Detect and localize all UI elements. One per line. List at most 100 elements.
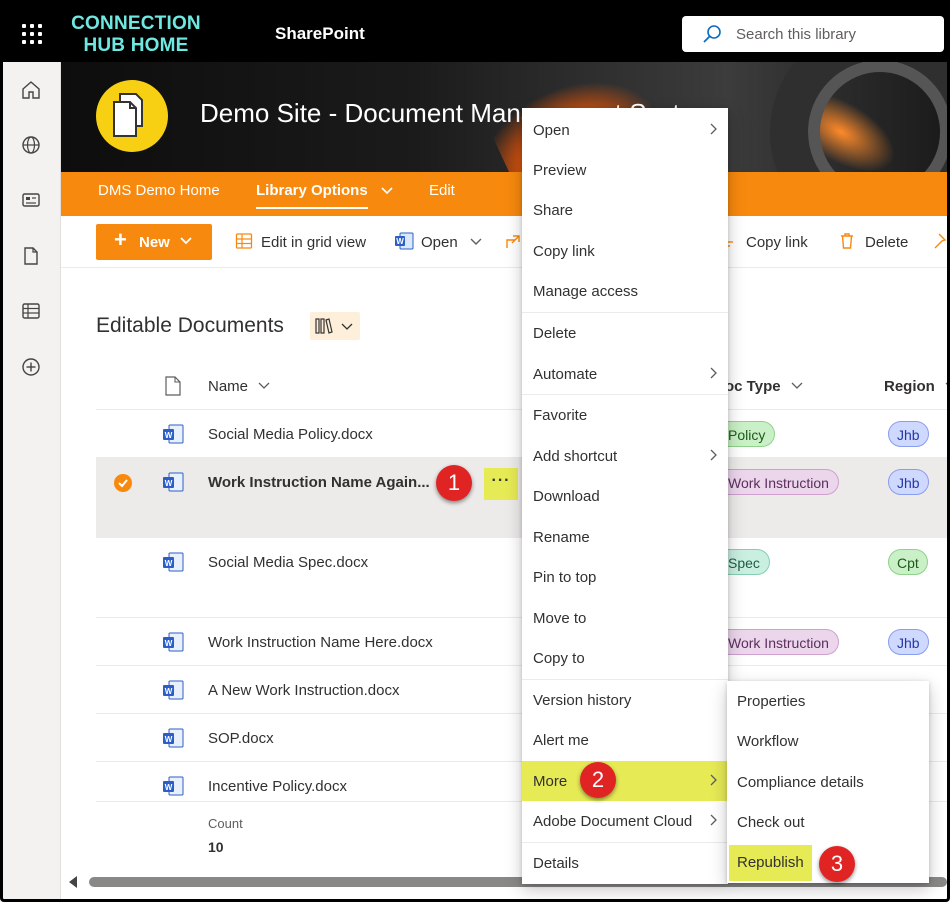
svg-text:W: W	[165, 639, 173, 648]
scroll-left-arrow-icon[interactable]	[69, 876, 77, 888]
documents-icon	[113, 93, 143, 137]
menu-item-preview[interactable]: Preview	[522, 150, 728, 190]
menu-item-more[interactable]: More	[522, 761, 728, 801]
menu-item-label: More	[533, 773, 568, 790]
step-badge-1: 1	[436, 465, 472, 501]
menu-item-delete[interactable]: Delete	[522, 313, 728, 353]
word-document-icon: W	[163, 472, 184, 492]
word-document-icon: W	[163, 424, 184, 444]
chevron-down-icon	[180, 237, 192, 245]
document-name-link[interactable]: Social Media Spec.docx	[208, 554, 368, 571]
submenu-item-compliance-details[interactable]: Compliance details	[727, 762, 929, 802]
document-name-link[interactable]: SOP.docx	[208, 730, 274, 747]
menu-item-adobe-document-cloud[interactable]: Adobe Document Cloud	[522, 801, 728, 841]
search-input[interactable]	[736, 23, 936, 45]
menu-item-rename[interactable]: Rename	[522, 517, 728, 557]
svg-text:W: W	[165, 431, 173, 440]
app-name[interactable]: SharePoint	[275, 24, 365, 44]
new-button[interactable]: + New	[96, 224, 212, 260]
menu-item-move-to[interactable]: Move to	[522, 598, 728, 638]
chevron-right-icon	[710, 774, 717, 786]
svg-text:W: W	[165, 479, 173, 488]
globe-icon[interactable]	[20, 134, 42, 156]
menu-item-add-shortcut[interactable]: Add shortcut	[522, 436, 728, 476]
nav-item-edit[interactable]: Edit	[429, 182, 455, 199]
share-icon[interactable]	[505, 232, 523, 250]
menu-item-copy-to[interactable]: Copy to	[522, 638, 728, 678]
library-title: Editable Documents	[96, 314, 284, 337]
site-logo[interactable]	[96, 80, 168, 152]
menu-item-label: Properties	[737, 693, 806, 710]
menu-item-pin-to-top[interactable]: Pin to top	[522, 557, 728, 597]
menu-item-label: Alert me	[533, 732, 589, 749]
menu-item-label: Compliance details	[737, 774, 864, 791]
submenu-item-check-out[interactable]: Check out	[727, 802, 929, 842]
word-document-icon: W	[163, 728, 184, 748]
menu-item-open[interactable]: Open	[522, 110, 728, 150]
news-icon[interactable]	[20, 189, 42, 211]
menu-item-label: Move to	[533, 610, 587, 627]
menu-item-favorite[interactable]: Favorite	[522, 395, 728, 435]
menu-item-label: Version history	[533, 692, 632, 709]
document-name-link[interactable]: Work Instruction Name Here.docx	[208, 634, 433, 651]
file-type-icon[interactable]	[164, 376, 182, 396]
home-icon[interactable]	[20, 79, 42, 101]
search-box[interactable]	[682, 16, 944, 52]
column-header-doc-type[interactable]: oc Type	[725, 378, 803, 395]
svg-text:W: W	[396, 237, 404, 246]
menu-item-label: Details	[533, 855, 579, 872]
suite-bar: CONNECTION HUB HOME SharePoint	[0, 0, 950, 62]
edit-in-grid-view-button[interactable]: Edit in grid view	[261, 234, 366, 251]
app-launcher-icon[interactable]	[22, 24, 42, 44]
menu-item-copy-link[interactable]: Copy link	[522, 231, 728, 271]
document-name-link[interactable]: Social Media Policy.docx	[208, 426, 373, 443]
view-switcher-button[interactable]	[310, 312, 360, 340]
menu-item-details[interactable]: Details	[522, 843, 728, 883]
menu-item-download[interactable]: Download	[522, 476, 728, 516]
svg-text:W: W	[165, 783, 173, 792]
nav-item-library-options[interactable]: Library Options	[256, 182, 394, 199]
more-actions-button[interactable]: ···	[484, 468, 518, 500]
open-button[interactable]: Open	[421, 234, 482, 251]
trash-icon	[841, 233, 853, 249]
document-name-link[interactable]: A New Work Instruction.docx	[208, 682, 399, 699]
pin-icon[interactable]	[933, 232, 950, 250]
document-name-link[interactable]: Incentive Policy.docx	[208, 778, 347, 795]
chevron-down-icon	[258, 382, 270, 389]
row-selected-check[interactable]	[114, 474, 132, 492]
column-header-name[interactable]: Name	[208, 378, 270, 395]
menu-item-label: Workflow	[737, 733, 799, 750]
document-name-link[interactable]: Work Instruction Name Again...	[208, 474, 430, 491]
chevron-down-icon	[470, 238, 482, 245]
brand-logo[interactable]: CONNECTION HUB HOME	[66, 13, 206, 57]
count-label: Count	[208, 816, 243, 831]
menu-item-alert-me[interactable]: Alert me	[522, 720, 728, 760]
nav-item-dms-demo-home[interactable]: DMS Demo Home	[98, 182, 220, 199]
add-icon[interactable]	[20, 356, 42, 378]
column-header-region[interactable]: Region	[884, 378, 950, 395]
menu-item-label: Add shortcut	[533, 448, 618, 465]
menu-item-share[interactable]: Share	[522, 190, 728, 230]
menu-item-version-history[interactable]: Version history	[522, 680, 728, 720]
menu-item-manage-access[interactable]: Manage access	[522, 271, 728, 311]
grid-view-icon	[235, 233, 253, 249]
page-icon[interactable]	[20, 245, 42, 267]
chevron-down-icon	[381, 187, 393, 195]
submenu-item-workflow[interactable]: Workflow	[727, 721, 929, 761]
column-header-label: oc Type	[725, 378, 781, 395]
doc-type-pill: Work Instruction	[716, 629, 839, 655]
checkmark-icon	[118, 479, 128, 488]
submenu-item-properties[interactable]: Properties	[727, 681, 929, 721]
delete-button[interactable]: Delete	[865, 234, 908, 251]
word-document-icon: W	[163, 680, 184, 700]
menu-item-automate[interactable]: Automate	[522, 354, 728, 394]
menu-item-label: Copy to	[533, 650, 585, 667]
list-icon[interactable]	[20, 300, 42, 322]
copy-link-button[interactable]: Copy link	[746, 234, 808, 251]
command-bar: + New Edit in grid view W Open Copy link…	[61, 216, 950, 268]
word-document-icon: W	[163, 632, 184, 652]
chevron-right-icon	[710, 814, 717, 826]
svg-text:W: W	[165, 559, 173, 568]
plus-icon: +	[114, 227, 127, 252]
brand-line-1: CONNECTION	[71, 13, 201, 34]
